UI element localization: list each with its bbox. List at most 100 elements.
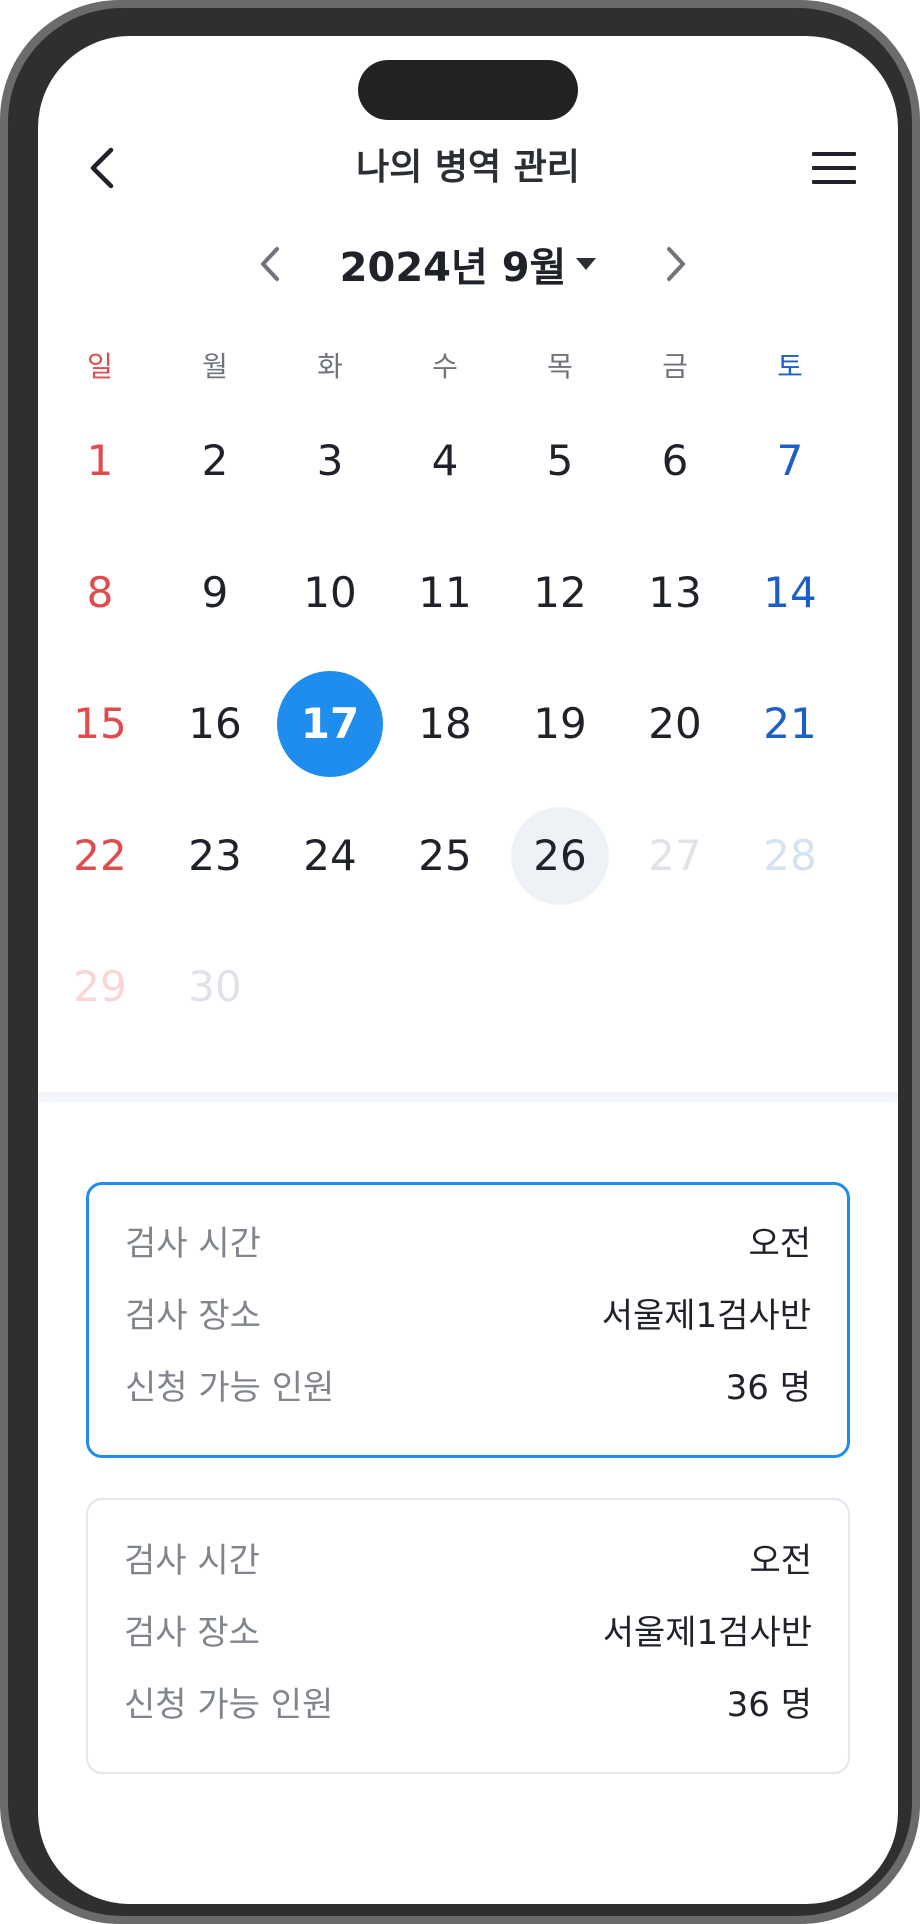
calendar-day-number: 18	[418, 699, 472, 748]
calendar-day-17[interactable]: 17	[275, 669, 385, 779]
calendar-day-number: 6	[661, 436, 689, 485]
calendar-day-13[interactable]: 13	[620, 538, 730, 648]
calendar-day-number: 11	[418, 567, 472, 617]
calendar-day-11[interactable]: 11	[390, 538, 500, 648]
calendar-day-number: 27	[648, 830, 702, 880]
slot-capacity-label: 신청 가능 인원	[125, 1367, 335, 1408]
calendar-day-number: 20	[648, 699, 702, 748]
chevron-left-icon	[261, 247, 279, 281]
calendar-day-number: 7	[776, 436, 804, 485]
slot-row-time: 검사 시간 오전	[125, 1215, 811, 1265]
hamburger-menu-icon	[812, 152, 856, 156]
slot-time-value: 오전	[749, 1540, 812, 1581]
calendar-day-1[interactable]: 1	[45, 406, 155, 516]
slot-card[interactable]: 검사 시간 오전 검사 장소 서울제1검사반 신청 가능 인원 36 명	[86, 1498, 850, 1774]
hamburger-menu-icon-line	[812, 166, 856, 170]
slot-time-label: 검사 시간	[125, 1223, 261, 1264]
month-label: 2024년 9월	[339, 245, 567, 291]
calendar-day-15[interactable]: 15	[45, 669, 155, 779]
slot-row-place: 검사 장소 서울제1검사반	[125, 1287, 811, 1337]
calendar-day-number: 4	[431, 436, 459, 485]
calendar-day-number: 24	[303, 830, 357, 880]
calendar-day-21[interactable]: 21	[735, 669, 845, 779]
calendar-day-23[interactable]: 23	[160, 801, 270, 911]
calendar-day-26[interactable]: 26	[505, 801, 615, 911]
device-frame: 나의 병역 관리 2024년 9월 일 월 화 수 목 금 토 1 2 3 4 …	[0, 0, 920, 1924]
slot-capacity-label: 신청 가능 인원	[124, 1684, 334, 1725]
prev-month-button[interactable]	[248, 242, 292, 286]
calendar-day-number: 19	[533, 699, 587, 748]
calendar-day-2[interactable]: 2	[160, 406, 270, 516]
calendar-day-number: 9	[201, 567, 229, 617]
slot-capacity-value: 36 명	[726, 1684, 812, 1725]
slot-place-value: 서울제1검사반	[601, 1295, 811, 1336]
slot-place-value: 서울제1검사반	[602, 1612, 812, 1653]
calendar-day-number: 16	[188, 699, 242, 748]
hamburger-menu-icon-line	[812, 180, 856, 184]
slot-place-label: 검사 장소	[125, 1295, 261, 1336]
calendar-day-18[interactable]: 18	[390, 669, 500, 779]
calendar-day-number: 21	[763, 699, 817, 748]
app-header: 나의 병역 관리	[38, 132, 898, 204]
slot-place-label: 검사 장소	[124, 1612, 260, 1653]
device-bezel: 나의 병역 관리 2024년 9월 일 월 화 수 목 금 토 1 2 3 4 …	[8, 8, 912, 1916]
calendar-day-19[interactable]: 19	[505, 669, 615, 779]
calendar-day-25[interactable]: 25	[390, 801, 500, 911]
calendar-day-22[interactable]: 22	[45, 801, 155, 911]
weekday-label: 화	[317, 350, 343, 383]
calendar-day-20[interactable]: 20	[620, 669, 730, 779]
calendar-day-10[interactable]: 10	[275, 538, 385, 648]
weekday-label: 토	[777, 350, 803, 383]
calendar-day-29: 29	[45, 932, 155, 1042]
chevron-left-icon	[90, 147, 114, 189]
calendar-day-9[interactable]: 9	[160, 538, 270, 648]
calendar-day-number: 13	[648, 567, 702, 617]
calendar-day-16[interactable]: 16	[160, 669, 270, 779]
section-divider	[38, 1092, 898, 1102]
calendar-day-30: 30	[160, 932, 270, 1042]
calendar-day-number: 15	[73, 699, 127, 748]
caret-down-icon	[576, 258, 597, 270]
calendar-day-number: 22	[73, 830, 127, 880]
calendar-day-24[interactable]: 24	[275, 801, 385, 911]
calendar-day-8[interactable]: 8	[45, 538, 155, 648]
calendar-day-4[interactable]: 4	[390, 406, 500, 516]
screen: 나의 병역 관리 2024년 9월 일 월 화 수 목 금 토 1 2 3 4 …	[38, 36, 898, 1904]
calendar-day-7[interactable]: 7	[735, 406, 845, 516]
slot-card-selected[interactable]: 검사 시간 오전 검사 장소 서울제1검사반 신청 가능 인원 36 명	[86, 1182, 850, 1458]
calendar-day-number: 3	[316, 436, 344, 485]
calendar-day-number: 28	[763, 830, 817, 880]
back-button[interactable]	[78, 144, 126, 192]
calendar-day-number: 17	[300, 699, 360, 748]
slot-row-time: 검사 시간 오전	[124, 1532, 812, 1582]
menu-button[interactable]	[810, 146, 858, 190]
calendar-day-number: 10	[303, 567, 357, 617]
slot-capacity-value: 36 명	[725, 1367, 811, 1408]
page-title: 나의 병역 관리	[356, 147, 580, 188]
month-dropdown[interactable]: 2024년 9월	[338, 228, 598, 300]
calendar-day-27: 27	[620, 801, 730, 911]
slot-row-place: 검사 장소 서울제1검사반	[124, 1604, 812, 1654]
weekday-label: 수	[432, 350, 458, 383]
slot-row-capacity: 신청 가능 인원 36 명	[125, 1359, 811, 1409]
calendar-day-number: 14	[763, 567, 817, 617]
calendar-day-number: 12	[533, 567, 587, 617]
calendar-day-number: 30	[188, 962, 242, 1011]
calendar-day-3[interactable]: 3	[275, 406, 385, 516]
dynamic-island	[358, 60, 578, 120]
calendar-day-5[interactable]: 5	[505, 406, 615, 516]
calendar-day-14[interactable]: 14	[735, 538, 845, 648]
weekday-label: 금	[662, 350, 688, 383]
calendar-day-number: 2	[201, 436, 229, 485]
slot-time-label: 검사 시간	[124, 1540, 260, 1581]
calendar-day-12[interactable]: 12	[505, 538, 615, 648]
chevron-right-icon	[667, 247, 685, 281]
calendar-day-number: 8	[86, 567, 114, 617]
calendar-day-28: 28	[735, 801, 845, 911]
slot-time-value: 오전	[748, 1223, 811, 1264]
next-month-button[interactable]	[654, 242, 698, 286]
calendar-day-6[interactable]: 6	[620, 406, 730, 516]
calendar-day-number: 29	[73, 962, 127, 1011]
weekday-label: 일	[87, 350, 113, 383]
weekday-label: 목	[547, 350, 573, 383]
